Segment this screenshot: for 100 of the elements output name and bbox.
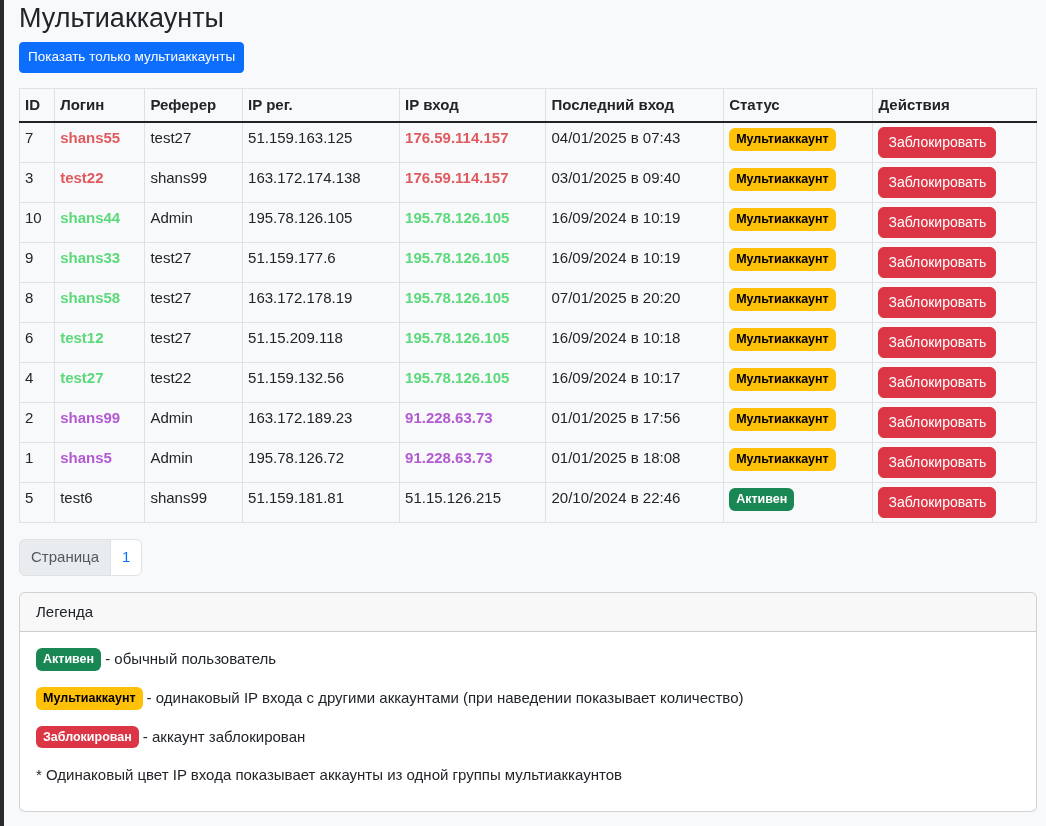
status-badge: Мультиаккаунт [729, 288, 836, 311]
table-cell: 163.172.178.19 [242, 282, 400, 323]
legend-text: - аккаунт заблокирован [142, 726, 306, 747]
table-cell: 8 [19, 282, 55, 323]
legend-text: - одинаковый IP входа с другими аккаунтами (при наведении показывает количество) [146, 688, 744, 708]
status-badge: Мультиаккаунт [729, 168, 836, 191]
login-cell: shans33 [54, 242, 145, 283]
ip-cell: 176.59.114.157 [399, 122, 546, 163]
table-cell: 7 [19, 122, 55, 163]
status-badge: Активен [36, 648, 102, 671]
table-cell: Admin [144, 202, 243, 243]
table-cell: 51.159.177.6 [242, 242, 400, 283]
table-cell: 07/01/2025 в 20:20 [545, 282, 724, 323]
block-button[interactable]: Заблокировать [878, 167, 997, 199]
block-button[interactable]: Заблокировать [878, 327, 997, 359]
table-cell: 51.159.163.125 [242, 122, 400, 163]
block-button[interactable]: Заблокировать [878, 127, 997, 159]
block-button[interactable]: Заблокировать [878, 287, 997, 319]
table-cell: 16/09/2024 в 10:19 [545, 202, 724, 243]
table-cell: 163.172.189.23 [242, 402, 400, 443]
table-cell: 163.172.174.138 [242, 162, 400, 203]
block-button[interactable]: Заблокировать [878, 367, 997, 399]
table-cell: Admin [144, 402, 243, 443]
table-cell: shans99 [144, 162, 243, 203]
login-cell: test22 [54, 162, 145, 203]
login-cell: test6 [54, 482, 145, 523]
column-header: Статус [723, 88, 873, 123]
table-cell: shans99 [144, 482, 243, 523]
column-header: Логин [54, 88, 145, 123]
legend-note: * Одинаковый цвет IP входа показывает аккаунты из одной группы мультиаккаунтов [36, 765, 623, 786]
table-cell: test27 [144, 282, 243, 323]
status-badge: Мультиаккаунт [729, 368, 836, 391]
table-cell: 3 [19, 162, 55, 203]
block-button[interactable]: Заблокировать [878, 487, 997, 519]
ip-cell: 195.78.126.105 [399, 202, 546, 243]
page-title: Мультиаккаунты [19, 2, 225, 35]
ip-cell: 195.78.126.105 [399, 282, 546, 323]
table-cell: 195.78.126.72 [242, 442, 400, 483]
status-badge: Мультиаккаунт [729, 248, 836, 271]
ip-cell: 91.228.63.73 [399, 402, 546, 443]
status-badge: Мультиаккаунт [36, 686, 143, 710]
ip-cell: 195.78.126.105 [399, 362, 546, 403]
column-header: IP вход [399, 88, 546, 123]
table-cell: 51.15.209.118 [242, 322, 400, 363]
table-cell: 16/09/2024 в 10:17 [545, 362, 724, 403]
block-button[interactable]: Заблокировать [878, 207, 997, 239]
column-header: Последний вход [545, 88, 724, 123]
table-cell: 5 [19, 482, 55, 523]
status-badge: Мультиаккаунт [729, 448, 836, 471]
status-badge: Активен [729, 488, 795, 511]
status-badge: Мультиаккаунт [729, 328, 836, 351]
ip-cell: 176.59.114.157 [399, 162, 546, 203]
login-cell: test27 [54, 362, 145, 403]
legend-title: Легенда [20, 592, 1036, 633]
legend-text: - обычный пользователь [105, 649, 277, 670]
table-cell: 16/09/2024 в 10:19 [545, 242, 724, 283]
table-cell: 51.159.132.56 [242, 362, 400, 403]
table-cell: 9 [19, 242, 55, 283]
table-cell: 1 [19, 442, 55, 483]
table-cell: Admin [144, 442, 243, 483]
filter-button[interactable]: Показать только мультиаккаунты [19, 42, 245, 73]
ip-cell: 91.228.63.73 [399, 442, 546, 483]
login-cell: test12 [54, 322, 145, 363]
table-cell: 10 [19, 202, 55, 243]
page-link[interactable]: 1 [110, 539, 143, 576]
login-cell: shans5 [54, 442, 145, 483]
table-cell: 4 [19, 362, 55, 403]
column-header: Реферер [144, 88, 243, 123]
table-cell: test27 [144, 322, 243, 363]
table-cell: 51.159.181.81 [242, 482, 400, 523]
table-cell: 01/01/2025 в 17:56 [545, 402, 724, 443]
block-button[interactable]: Заблокировать [878, 447, 997, 479]
login-cell: shans58 [54, 282, 145, 323]
table-cell: 6 [19, 322, 55, 363]
ip-cell: 195.78.126.105 [399, 322, 546, 363]
table-cell: 04/01/2025 в 07:43 [545, 122, 724, 163]
login-cell: shans55 [54, 122, 145, 163]
status-badge: Мультиаккаунт [729, 208, 836, 231]
ip-cell: 195.78.126.105 [399, 242, 546, 283]
status-badge: Мультиаккаунт [729, 408, 836, 431]
login-cell: shans99 [54, 402, 145, 443]
table-cell: 195.78.126.105 [242, 202, 400, 243]
table-cell: 01/01/2025 в 18:08 [545, 442, 724, 483]
status-badge: Мультиаккаунт [729, 128, 836, 151]
login-cell: shans44 [54, 202, 145, 243]
column-header: IP рег. [242, 88, 400, 123]
table-cell: 16/09/2024 в 10:18 [545, 322, 724, 363]
column-header: ID [19, 88, 55, 123]
ip-cell: 51.15.126.215 [399, 482, 546, 523]
table-cell: 20/10/2024 в 22:46 [545, 482, 724, 523]
status-badge: Заблокирован [36, 725, 139, 749]
page-label: Страница [19, 539, 111, 576]
table-cell: test27 [144, 122, 243, 163]
column-header: Действия [872, 88, 1037, 123]
block-button[interactable]: Заблокировать [878, 407, 997, 439]
table-cell: 2 [19, 402, 55, 443]
block-button[interactable]: Заблокировать [878, 247, 997, 279]
table-cell: 03/01/2025 в 09:40 [545, 162, 724, 203]
table-cell: test27 [144, 242, 243, 283]
table-cell: test22 [144, 362, 243, 403]
